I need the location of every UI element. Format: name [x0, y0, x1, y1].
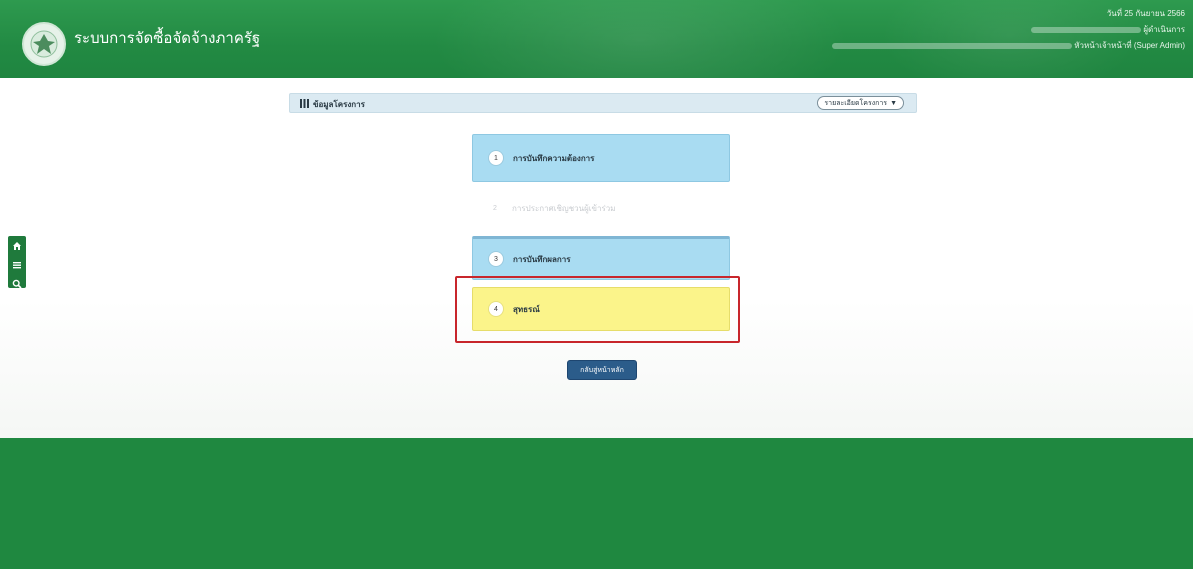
header: ระบบการจัดซื้อจัดจ้างภาครัฐ วันที่ 25 กั… [0, 0, 1193, 78]
project-info-label: ข้อมูลโครงการ [313, 100, 365, 109]
step-1[interactable]: 1 การบันทึกความต้องการ [472, 134, 730, 182]
caret-down-icon: ▼ [890, 99, 897, 107]
system-title: ระบบการจัดซื้อจัดจ้างภาครัฐ [74, 30, 261, 47]
side-toolbar [8, 236, 26, 289]
footer [0, 438, 1193, 569]
header-user-info: วันที่ 25 กันยายน 2566 ผู้ดำเนินการ หัวห… [831, 6, 1185, 54]
project-detail-button[interactable]: รายละเอียดโครงการ ▼ [817, 96, 904, 110]
step-label: การบันทึกความต้องการ [513, 153, 595, 163]
step-number: 3 [489, 252, 503, 266]
highlight-annotation [455, 276, 740, 343]
project-bars-icon [300, 99, 309, 110]
blurred-user-name [1031, 26, 1142, 33]
header-role-label: หัวหน้าเจ้าหน้าที่ (Super Admin) [1074, 41, 1185, 50]
header-date: วันที่ 25 กันยายน 2566 [1106, 9, 1185, 18]
back-to-home-button[interactable]: กลับสู่หน้าหลัก [567, 360, 637, 380]
menu-icon[interactable] [12, 255, 22, 274]
header-user: ผู้ดำเนินการ [832, 22, 1185, 38]
project-detail-label: รายละเอียดโครงการ [824, 99, 888, 107]
search-icon[interactable] [12, 274, 22, 293]
government-logo-icon[interactable] [22, 22, 66, 66]
project-info-bar: ข้อมูลโครงการ รายละเอียดโครงการ ▼ [289, 93, 917, 113]
step-label: การประกาศเชิญชวนผู้เข้าร่วม [512, 203, 616, 213]
step-3[interactable]: 3 การบันทึกผลการ [472, 236, 730, 280]
header-role: หัวหน้าเจ้าหน้าที่ (Super Admin) [831, 38, 1185, 54]
step-2: 2 การประกาศเชิญชวนผู้เข้าร่วม [472, 196, 730, 220]
step-number: 1 [489, 151, 503, 165]
header-user-label: ผู้ดำเนินการ [1143, 25, 1185, 34]
step-label: การบันทึกผลการ [513, 254, 571, 264]
project-info-title: ข้อมูลโครงการ [300, 98, 365, 111]
header-decoration [430, 0, 850, 78]
blurred-agency [831, 42, 1072, 49]
step-number: 2 [493, 204, 497, 212]
home-icon[interactable] [12, 236, 22, 255]
